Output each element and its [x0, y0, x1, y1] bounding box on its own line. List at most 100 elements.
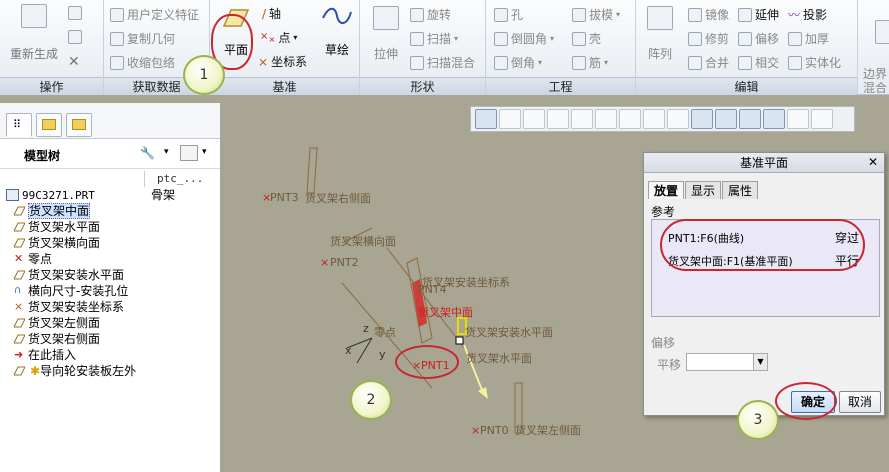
tree-column-name[interactable] — [0, 171, 145, 187]
point-dropdown-icon[interactable]: ▾ — [293, 33, 297, 42]
edit-group-label: 编辑 — [636, 77, 857, 95]
swept-blend-button[interactable]: 扫描混合 — [410, 54, 475, 71]
round-button[interactable]: 倒圆角 ▾ — [494, 30, 554, 47]
tab-model-tree[interactable]: ⠿ — [6, 113, 32, 137]
label-horizontal[interactable]: 货叉架水平面 — [466, 350, 532, 366]
rib-button[interactable]: 筋 ▾ — [572, 54, 608, 71]
label-pnt0[interactable]: PNT0 — [480, 424, 509, 437]
tree-item-insert-here[interactable]: ➜ 在此插入 — [0, 347, 221, 363]
draft-dropdown-icon[interactable]: ▾ — [616, 10, 620, 19]
intersect-button[interactable]: 相交 — [738, 54, 779, 71]
translate-input[interactable]: ▼ — [686, 353, 768, 371]
delete-button[interactable]: ✕ — [68, 54, 80, 70]
perspective-icon[interactable] — [643, 109, 665, 129]
tab-folder-browser[interactable] — [36, 113, 62, 137]
zoom-out-icon[interactable] — [523, 109, 545, 129]
tree-column-ptc[interactable]: ptc_... — [157, 172, 203, 185]
label-zero-point[interactable]: 零点 — [374, 324, 396, 340]
trim-button[interactable]: 修剪 — [688, 30, 729, 47]
label-left-side[interactable]: 货叉架左侧面 — [515, 422, 581, 438]
tree-root[interactable]: 99C3271.PRT 骨架 — [0, 187, 221, 203]
spin-center-icon[interactable] — [787, 109, 809, 129]
shell-button[interactable]: 壳 — [572, 30, 601, 47]
tab-properties[interactable]: 属性 — [722, 181, 759, 199]
references-list[interactable]: PNT1:F6(曲线) 穿过 货叉架中面:F1(基准平面) 平行 — [651, 219, 880, 317]
tab-display[interactable]: 显示 — [685, 181, 722, 199]
repaint-icon[interactable] — [547, 109, 569, 129]
view-manager-icon[interactable] — [619, 109, 641, 129]
point-button[interactable]: ×× 点 ▾ — [260, 29, 297, 46]
sketch-button[interactable]: 草绘 — [318, 4, 356, 58]
annotation-display-icon[interactable] — [667, 109, 689, 129]
cancel-button[interactable]: 取消 — [839, 391, 881, 413]
tree-item-lateral-plane[interactable]: 货叉架横向面 — [0, 235, 221, 251]
tree-item-mount-horizontal-plane[interactable]: 货叉架安装水平面 — [0, 267, 221, 283]
solidify-button[interactable]: 实体化 — [788, 54, 841, 71]
tree-filter-dropdown-icon[interactable]: ▾ — [202, 147, 207, 157]
extrude-button[interactable]: 拉伸 — [368, 6, 404, 62]
model-tree-title: 模型树 — [24, 149, 61, 163]
sweep-dropdown-icon[interactable]: ▾ — [454, 34, 458, 43]
paste-icon — [68, 30, 82, 44]
thicken-button[interactable]: 加厚 — [788, 30, 829, 47]
refit-icon[interactable] — [475, 109, 497, 129]
tab-placement[interactable]: 放置 — [648, 181, 685, 199]
tree-filter-icon[interactable] — [180, 145, 198, 161]
label-pnt1[interactable]: PNT1 — [421, 359, 450, 372]
copy-button[interactable] — [68, 6, 82, 20]
tree-settings-dropdown-icon[interactable]: ▾ — [164, 147, 169, 157]
axis-button[interactable]: / 轴 — [262, 5, 281, 22]
tree-item-lateral-dimension[interactable]: ∩ 横向尺寸-安装孔位 — [0, 283, 221, 299]
label-pnt3[interactable]: PNT3 — [270, 191, 299, 204]
saved-views-icon[interactable] — [595, 109, 617, 129]
tree-item-left-side-plane[interactable]: 货叉架左侧面 — [0, 315, 221, 331]
label-mid-plane[interactable]: 货叉架中面 — [418, 304, 473, 320]
new-feature-star-icon: ✱ — [30, 364, 41, 378]
rib-dropdown-icon[interactable]: ▾ — [604, 58, 608, 67]
close-icon[interactable]: ✕ — [868, 155, 878, 169]
extend-button[interactable]: 延伸 — [738, 6, 779, 23]
revolve-button[interactable]: 旋转 — [410, 6, 451, 23]
model-display-icon[interactable] — [811, 109, 833, 129]
point-display-icon[interactable] — [739, 109, 761, 129]
sweep-button[interactable]: 扫描 ▾ — [410, 30, 458, 47]
zoom-in-icon[interactable] — [499, 109, 521, 129]
label-lateral[interactable]: 货叉架横向面 — [330, 233, 396, 249]
label-pnt2[interactable]: PNT2 — [330, 256, 359, 269]
regenerate-button[interactable]: 重新生成 — [6, 4, 62, 62]
tree-settings-icon[interactable]: 🔧 — [140, 146, 155, 160]
axis-display-icon[interactable] — [715, 109, 737, 129]
csys-button[interactable]: ⨯ 坐标系 — [258, 53, 307, 70]
drag-handle[interactable] — [455, 336, 464, 345]
chamfer-button[interactable]: 倒角 ▾ — [494, 54, 542, 71]
shrinkwrap-button[interactable]: 收缩包络 — [110, 54, 175, 71]
hole-button[interactable]: 孔 — [494, 6, 523, 23]
label-pnt4[interactable]: PNT4 — [418, 283, 447, 296]
tree-item-guide-wheel-plate[interactable]: ✱导向轮安装板左外 — [0, 363, 221, 379]
copy-geometry-button[interactable]: 复制几何 — [110, 30, 175, 47]
tree-item-zero-point[interactable]: ✕ 零点 — [0, 251, 221, 267]
tree-item-horizontal-plane[interactable]: 货叉架水平面 — [0, 219, 221, 235]
paste-button[interactable] — [68, 30, 82, 44]
merge-button[interactable]: 合并 — [688, 54, 729, 71]
project-button[interactable]: 〰投影 — [788, 6, 827, 23]
plane-display-icon[interactable] — [691, 109, 713, 129]
chevron-down-icon[interactable]: ▼ — [753, 354, 767, 370]
offset-button[interactable]: 偏移 — [738, 30, 779, 47]
chamfer-dropdown-icon[interactable]: ▾ — [538, 58, 542, 67]
engineering-group-label: 工程 — [486, 77, 635, 95]
tree-item-right-side-plane[interactable]: 货叉架右侧面 — [0, 331, 221, 347]
display-style-icon[interactable] — [571, 109, 593, 129]
udf-button[interactable]: 用户定义特征 — [110, 6, 199, 23]
round-dropdown-icon[interactable]: ▾ — [550, 34, 554, 43]
pattern-button[interactable]: 阵列 — [642, 6, 678, 62]
csys-display-icon[interactable] — [763, 109, 785, 129]
boundary-blend-button[interactable]: 边界 混合 — [860, 6, 889, 123]
tab-favorites[interactable] — [66, 113, 92, 137]
label-right-side[interactable]: 货叉架右侧面 — [305, 190, 371, 206]
tree-item-mount-csys[interactable]: ⨯ 货叉架安装坐标系 — [0, 299, 221, 315]
tree-item-mid-plane[interactable]: 货叉架中面 — [0, 203, 221, 219]
draft-button[interactable]: 拔模 ▾ — [572, 6, 620, 23]
mirror-button[interactable]: 镜像 — [688, 6, 729, 23]
label-mount-horizontal[interactable]: 货叉架安装水平面 — [465, 324, 553, 340]
